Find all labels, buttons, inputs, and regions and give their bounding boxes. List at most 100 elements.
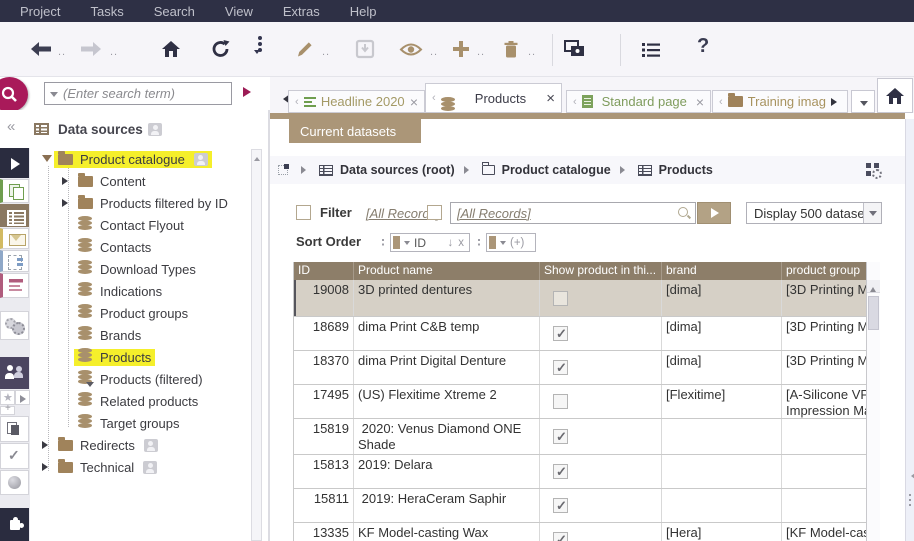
breadcrumb-item[interactable]: Products — [659, 163, 713, 177]
preview-play-icon[interactable] — [0, 148, 29, 178]
report-icon[interactable] — [0, 273, 29, 298]
breadcrumb-root-icon[interactable] — [278, 164, 289, 175]
tree-item-brands[interactable]: Brands — [30, 324, 264, 346]
chevron-down-icon[interactable] — [500, 241, 506, 248]
list-icon[interactable] — [638, 36, 664, 62]
add-plus-icon[interactable] — [448, 36, 474, 62]
sort-chip-add[interactable]: (+) — [486, 233, 536, 252]
table-row-19008[interactable]: 19008 3D printed dentures [dima] [3D Printi… — [294, 280, 866, 317]
table-row-15819[interactable]: 15819 2020: Venus Diamond ONE Shade — [294, 419, 866, 455]
chevron-down-icon[interactable] — [404, 241, 410, 248]
column-header-product-name[interactable]: Product name — [353, 262, 539, 280]
search-input[interactable] — [61, 84, 229, 103]
preview-eye-icon[interactable] — [398, 36, 424, 62]
breadcrumb-item[interactable]: Data sources (root) — [340, 163, 455, 177]
tab-collapse-icon[interactable]: ‹ — [719, 96, 723, 108]
column-header-product-group[interactable]: product group — [781, 262, 866, 280]
forward-icon[interactable] — [78, 36, 104, 62]
tab-collapse-icon[interactable]: ‹ — [573, 96, 577, 108]
show-product-checkbox[interactable] — [553, 429, 568, 445]
menu-item-project[interactable]: Project — [20, 4, 60, 19]
add-overflow-dots[interactable]: .. — [477, 46, 485, 58]
delete-trash-icon[interactable] — [498, 36, 524, 62]
tree-item-content[interactable]: Content — [30, 170, 264, 192]
check-icon[interactable] — [0, 443, 29, 469]
tree-item-product-groups[interactable]: Product groups — [30, 302, 264, 324]
close-icon[interactable]: × — [696, 95, 704, 109]
preview-window-icon[interactable] — [562, 36, 588, 62]
tree-scrollbar[interactable] — [251, 149, 262, 541]
tree-item-technical[interactable]: Technical — [30, 456, 264, 478]
plugins-puzzle-icon[interactable] — [0, 508, 29, 541]
table-row-15811[interactable]: 15811 2019: HeraCeram Saphir — [294, 489, 866, 523]
menu-item-help[interactable]: Help — [350, 4, 377, 19]
sort-direction-label[interactable]: ↓ — [448, 237, 454, 249]
tree-item-products[interactable]: Products — [30, 346, 264, 368]
table-row-17495[interactable]: 17495 (US) Flexitime Xtreme 2 [Flexitime][… — [294, 385, 866, 419]
trash-overflow-dots[interactable]: .. — [528, 46, 536, 58]
tree-expander-icon[interactable] — [40, 463, 54, 471]
tab-headline-2020[interactable]: ‹ Headline 2020 × — [288, 90, 425, 113]
search-scope-caret-icon[interactable] — [50, 92, 58, 101]
tree-item-products-filtered-by-id[interactable]: Products filtered by ID — [30, 192, 264, 214]
show-product-checkbox[interactable] — [553, 532, 568, 541]
menu-item-tasks[interactable]: Tasks — [90, 4, 123, 19]
tree-item-products-filtered-[interactable]: Products (filtered) — [30, 368, 264, 390]
tree-item-contacts[interactable]: Contacts — [30, 236, 264, 258]
table-settings-icon[interactable] — [866, 163, 882, 179]
history-clock-icon[interactable] — [0, 470, 29, 495]
eye-overflow-dots[interactable]: .. — [430, 46, 438, 58]
tab-collapse-icon[interactable]: ‹ — [295, 96, 299, 108]
add-small-icon[interactable] — [0, 403, 15, 415]
sort-chip-primary[interactable]: ID ↓ x — [390, 233, 470, 252]
search-icon[interactable] — [0, 77, 28, 112]
tree-item-download-types[interactable]: Download Types — [30, 258, 264, 280]
close-icon[interactable]: × — [410, 95, 418, 109]
tab-standard-page[interactable]: ‹ Standard page × — [566, 90, 711, 113]
tree-expander-icon[interactable] — [40, 151, 54, 167]
tab-overflow-caret-icon[interactable] — [851, 90, 875, 113]
table-row-15813[interactable]: 15813 2019: Delara — [294, 455, 866, 489]
filter-search-checkbox[interactable] — [427, 205, 442, 220]
sort-drag-handle[interactable] — [478, 239, 480, 248]
table-row-18370[interactable]: 18370 dima Print Digital Denture [dima][3D… — [294, 351, 866, 385]
tree-item-target-groups[interactable]: Target groups — [30, 412, 264, 434]
scrollbar-thumb[interactable] — [868, 296, 879, 330]
filter-search-input[interactable] — [452, 204, 672, 222]
more-kebab-icon[interactable] — [254, 34, 266, 72]
play-small-icon[interactable] — [15, 390, 30, 405]
close-icon[interactable]: × — [546, 91, 555, 106]
menu-item-view[interactable]: View — [225, 4, 253, 19]
column-header-id[interactable]: ID — [294, 262, 353, 280]
sort-remove-button[interactable]: x — [458, 237, 464, 249]
save-icon[interactable] — [352, 36, 378, 62]
tab-collapse-icon[interactable]: ‹ — [432, 92, 436, 104]
show-product-checkbox[interactable] — [553, 498, 568, 514]
back-icon[interactable] — [28, 36, 54, 62]
tab-scroll-right-icon[interactable] — [831, 97, 841, 106]
help-icon[interactable]: ? — [697, 35, 709, 58]
table-scrollbar[interactable] — [866, 262, 880, 541]
mail-icon[interactable] — [0, 228, 29, 249]
filter-checkbox[interactable] — [296, 205, 311, 220]
tree-expander-icon[interactable] — [60, 177, 74, 185]
copy-icon[interactable] — [0, 416, 29, 442]
settings-gears-icon[interactable] — [0, 311, 29, 340]
show-product-checkbox[interactable] — [553, 394, 568, 409]
tab-training-images[interactable]: ‹ Training images — [712, 90, 848, 113]
chevron-down-icon[interactable] — [863, 203, 881, 223]
scroll-up-icon[interactable] — [867, 280, 880, 293]
edit-pencil-icon[interactable] — [292, 36, 318, 62]
home-icon[interactable] — [158, 36, 184, 62]
tab-products[interactable]: ‹ Products × — [425, 83, 562, 113]
breadcrumb-item[interactable]: Product catalogue — [502, 163, 611, 177]
data-sources-table-icon[interactable] — [0, 204, 29, 227]
right-panel-splitter[interactable] — [905, 119, 914, 541]
tree-expander-icon[interactable] — [60, 199, 74, 207]
tree-item-indications[interactable]: Indications — [30, 280, 264, 302]
structure-icon[interactable] — [0, 250, 29, 272]
column-header-brand[interactable]: brand — [661, 262, 781, 280]
sort-drag-handle[interactable] — [382, 239, 384, 248]
show-product-checkbox[interactable] — [553, 326, 568, 342]
tree-item-related-products[interactable]: Related products — [30, 390, 264, 412]
